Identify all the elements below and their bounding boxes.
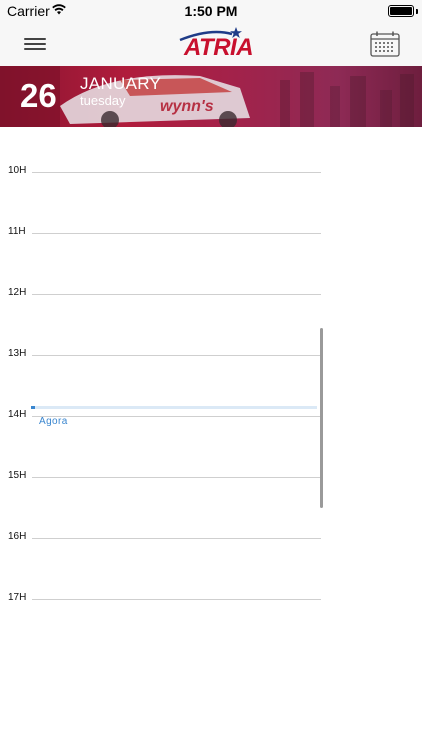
atria-logo: ATRIA bbox=[170, 26, 254, 64]
month-name: JANUARY bbox=[80, 74, 162, 93]
hour-row-16: 16H bbox=[0, 531, 422, 545]
day-number: 26 bbox=[20, 77, 57, 114]
hour-divider bbox=[32, 538, 321, 539]
hour-divider bbox=[32, 233, 321, 234]
hour-label: 14H bbox=[8, 409, 27, 420]
current-time-indicator bbox=[31, 406, 317, 409]
vertical-scrollbar[interactable] bbox=[320, 328, 323, 508]
hour-label: 13H bbox=[8, 348, 27, 359]
current-time-marker bbox=[31, 406, 35, 409]
hour-divider bbox=[32, 172, 321, 173]
hour-divider bbox=[32, 294, 321, 295]
battery-cap bbox=[416, 9, 418, 14]
status-bar: Carrier 1:50 PM bbox=[0, 0, 422, 22]
hour-row-15: 15H bbox=[0, 470, 422, 484]
calendar-icon[interactable] bbox=[370, 31, 400, 57]
hour-label: 10H bbox=[8, 165, 27, 176]
hour-label: 11H bbox=[8, 226, 26, 237]
current-time-label: Agora bbox=[39, 416, 68, 427]
hour-row-13: 13H bbox=[0, 348, 422, 362]
hour-label: 15H bbox=[8, 470, 27, 481]
hour-divider bbox=[32, 355, 321, 356]
hour-label: 17H bbox=[8, 592, 27, 603]
hour-row-12: 12H bbox=[0, 287, 422, 301]
hour-divider bbox=[32, 477, 321, 478]
hour-label: 16H bbox=[8, 531, 27, 542]
hour-label: 12H bbox=[8, 287, 27, 298]
date-header-banner: wynn's 26 JANUARY tuesday bbox=[0, 66, 422, 127]
hour-divider bbox=[32, 416, 321, 417]
weekday-name: tuesday bbox=[80, 93, 126, 108]
battery-icon bbox=[388, 5, 414, 17]
hour-divider bbox=[32, 599, 321, 600]
logo-text: ATRIA bbox=[184, 34, 254, 61]
svg-text:wynn's: wynn's bbox=[160, 98, 214, 115]
hour-row-17: 17H bbox=[0, 592, 422, 606]
day-schedule[interactable]: 10H 11H 12H 13H 14H 15H 16H 17H Agora bbox=[0, 127, 422, 750]
clock-time: 1:50 PM bbox=[184, 3, 238, 19]
hour-row-11: 11H bbox=[0, 226, 422, 240]
hour-row-10: 10H bbox=[0, 165, 422, 179]
hamburger-menu-icon[interactable] bbox=[24, 36, 48, 52]
nav-bar: ATRIA bbox=[0, 22, 422, 66]
race-car-banner-image: wynn's bbox=[0, 66, 414, 127]
